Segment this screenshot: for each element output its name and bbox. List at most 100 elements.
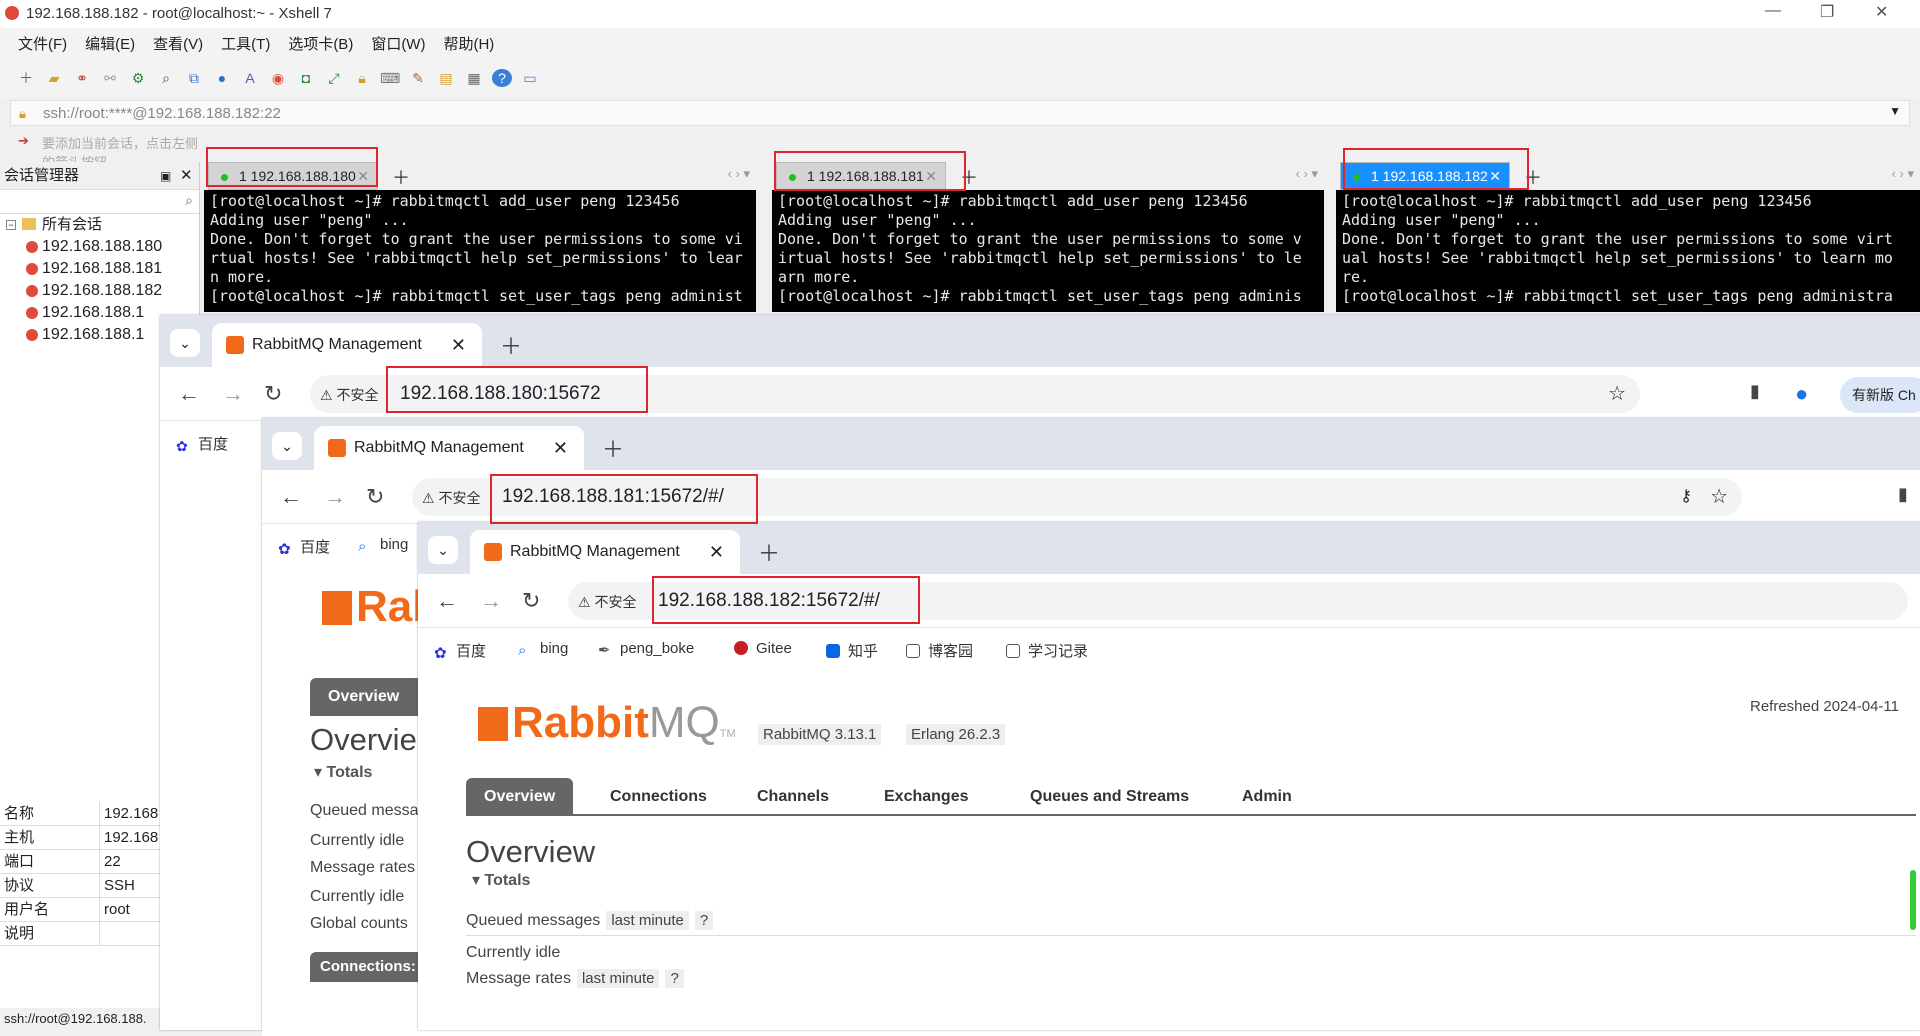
tab-search-icon[interactable]: ⌄	[170, 329, 200, 357]
disconnect-icon[interactable]: ⚯	[100, 69, 120, 87]
tab-overview[interactable]: Overview	[466, 778, 574, 816]
tab-search-icon[interactable]: ⌄	[428, 536, 458, 564]
browser-tab[interactable]: RabbitMQ Management ✕	[314, 426, 584, 470]
insecure-label[interactable]: ⚠ 不安全	[578, 592, 636, 612]
bookmark-peng-boke[interactable]: ✒ peng_boke	[598, 640, 694, 659]
properties-icon[interactable]: ⚙	[128, 69, 148, 87]
menu-window[interactable]: 窗口(W)	[371, 33, 425, 54]
font-icon[interactable]: A	[240, 69, 260, 87]
highlight-icon[interactable]: ✎	[408, 69, 428, 87]
fullscreen-icon[interactable]: ⤢	[324, 69, 344, 87]
tab-nav-icon[interactable]: ‹ › ▾	[1296, 166, 1318, 182]
new-tab-icon[interactable]: ＋	[500, 329, 522, 361]
browser-tab[interactable]: RabbitMQ Management ✕	[212, 323, 482, 367]
side-panel-icon[interactable]: ▮	[1898, 484, 1908, 505]
help-icon[interactable]: ?	[492, 69, 512, 87]
menu-file[interactable]: 文件(F)	[18, 33, 67, 54]
help-button[interactable]: ?	[665, 969, 684, 988]
reload-icon[interactable]: ↻	[264, 381, 282, 407]
back-icon[interactable]: ←	[436, 588, 458, 614]
minimize-icon[interactable]: —	[1765, 2, 1781, 20]
insecure-label[interactable]: ⚠ 不安全	[320, 385, 378, 405]
new-tab-icon[interactable]: ＋	[392, 164, 410, 190]
compose-icon[interactable]: ▤	[436, 69, 456, 87]
bookmark-baidu[interactable]: ✿ 百度	[278, 536, 330, 558]
layout-icon[interactable]: ▦	[464, 69, 484, 87]
session-address-bar[interactable]: 🔒︎ ssh://root:****@192.168.188.182:22 ▼	[10, 100, 1910, 126]
menu-edit[interactable]: 编辑(E)	[85, 33, 135, 54]
restore-icon[interactable]: ❐	[1820, 2, 1834, 22]
forward-icon[interactable]: →	[222, 381, 244, 407]
bookmark-baidu[interactable]: ✿ 百度	[176, 433, 228, 454]
tab-connections[interactable]: Connections	[610, 788, 707, 806]
menu-help[interactable]: 帮助(H)	[443, 33, 494, 54]
tab-admin[interactable]: Admin	[1242, 788, 1292, 806]
bookmark-zhihu[interactable]: 知乎	[826, 640, 878, 661]
key-icon[interactable]: ⚷	[1680, 486, 1692, 506]
bookmark-baidu[interactable]: ✿ 百度	[434, 640, 486, 662]
menu-view[interactable]: 查看(V)	[153, 33, 203, 54]
range-select[interactable]: last minute	[576, 969, 660, 988]
collapse-icon[interactable]: −	[6, 220, 16, 230]
tab-nav-icon[interactable]: ‹ › ▾	[1892, 166, 1914, 182]
tab-channels[interactable]: Channels	[757, 788, 829, 806]
terminal-output[interactable]: [root@localhost ~]# rabbitmqctl add_user…	[1336, 190, 1920, 312]
dropdown-icon[interactable]: ▼	[1889, 104, 1901, 118]
bookmark-bing[interactable]: ⌕ bing	[358, 536, 408, 555]
tree-root[interactable]: − 所有会话	[0, 214, 199, 236]
xshell-icon[interactable]: ◉	[268, 69, 288, 87]
transfer-icon[interactable]: ⧉	[184, 69, 204, 87]
forward-icon[interactable]: →	[324, 484, 346, 510]
new-tab-icon[interactable]: ＋	[758, 536, 780, 568]
back-icon[interactable]: ←	[178, 381, 200, 407]
bookmark-bing[interactable]: ⌕ bing	[518, 640, 568, 659]
help-button[interactable]: ?	[694, 911, 714, 930]
new-tab-icon[interactable]: ＋	[602, 432, 624, 464]
bookmark-gitee[interactable]: Gitee	[734, 640, 792, 657]
star-icon[interactable]: ☆	[1710, 484, 1728, 509]
keyboard-icon[interactable]: ⌨	[380, 69, 400, 87]
totals-toggle[interactable]: ▾ Totals	[314, 762, 372, 782]
xftp-icon[interactable]: ◘	[296, 69, 316, 87]
close-tab-icon[interactable]: ✕	[553, 426, 568, 470]
bookmark-study[interactable]: 学习记录	[1006, 640, 1088, 661]
find-icon[interactable]: ⌕	[156, 69, 176, 87]
chat-icon[interactable]: ▭	[520, 69, 540, 87]
session-item[interactable]: 192.168.188.180	[0, 236, 199, 258]
terminal-output[interactable]: [root@localhost ~]# rabbitmqctl add_user…	[204, 190, 756, 312]
new-session-icon[interactable]: ＋	[16, 69, 36, 87]
close-tab-icon[interactable]: ✕	[451, 323, 466, 367]
close-icon[interactable]: ✕	[180, 162, 193, 190]
reload-icon[interactable]: ↻	[522, 588, 540, 614]
tab-nav-icon[interactable]: ‹ › ▾	[728, 166, 750, 182]
session-search[interactable]: ⌕	[0, 190, 199, 214]
forward-icon[interactable]: →	[480, 588, 502, 614]
lock-icon[interactable]: 🔒︎	[352, 69, 372, 87]
side-panel-icon[interactable]: ▮	[1750, 381, 1760, 402]
bookmark-arrow-icon[interactable]: ➔	[18, 133, 29, 149]
tab-search-icon[interactable]: ⌄	[272, 432, 302, 460]
terminal-output[interactable]: [root@localhost ~]# rabbitmqctl add_user…	[772, 190, 1324, 312]
star-icon[interactable]: ☆	[1608, 381, 1626, 406]
close-icon[interactable]: ✕	[1875, 2, 1888, 22]
menu-tools[interactable]: 工具(T)	[221, 33, 270, 54]
insecure-label[interactable]: ⚠ 不安全	[422, 488, 480, 508]
scrollbar-thumb[interactable]	[1910, 870, 1916, 930]
reload-icon[interactable]: ↻	[366, 484, 384, 510]
open-folder-icon[interactable]: ▰	[44, 69, 64, 87]
session-item[interactable]: 192.168.188.182	[0, 280, 199, 302]
range-select[interactable]: last minute	[606, 911, 689, 930]
session-item[interactable]: 192.168.188.181	[0, 258, 199, 280]
close-tab-icon[interactable]: ✕	[709, 530, 724, 574]
profile-icon[interactable]: ●	[1795, 381, 1808, 407]
pin-icon[interactable]: ▣	[160, 162, 171, 190]
menu-tabs[interactable]: 选项卡(B)	[288, 33, 353, 54]
tab-queues[interactable]: Queues and Streams	[1030, 788, 1189, 806]
browser-tab[interactable]: RabbitMQ Management ✕	[470, 530, 740, 574]
refreshed-label[interactable]: Refreshed 2024-04-11	[1750, 698, 1899, 715]
bookmark-cnblogs[interactable]: 博客园	[906, 640, 973, 661]
connect-icon[interactable]: ⚭	[72, 69, 92, 87]
totals-toggle[interactable]: ▾ Totals	[472, 870, 530, 890]
back-icon[interactable]: ←	[280, 484, 302, 510]
tab-exchanges[interactable]: Exchanges	[884, 788, 968, 806]
